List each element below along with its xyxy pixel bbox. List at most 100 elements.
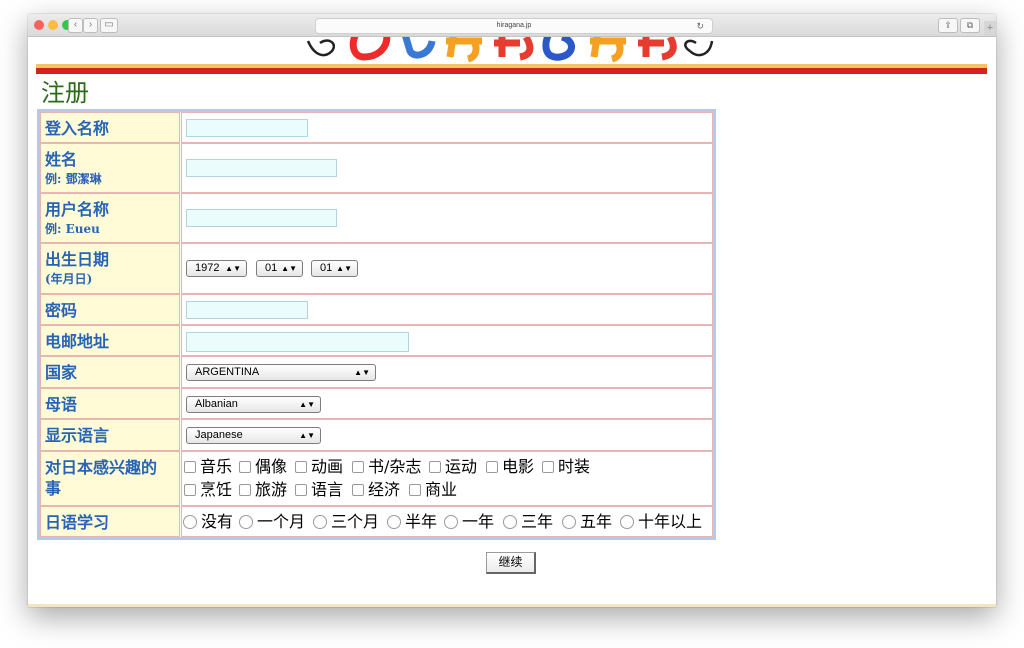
interest-cooking-checkbox[interactable] bbox=[184, 484, 196, 496]
interest-movies-checkbox[interactable] bbox=[486, 461, 498, 473]
login-name-row: 登入名称 bbox=[40, 112, 713, 143]
email-input[interactable] bbox=[186, 332, 409, 352]
username-input[interactable] bbox=[186, 209, 337, 227]
interest-economy-checkbox[interactable] bbox=[352, 484, 364, 496]
interest-fashion-label: 时装 bbox=[558, 457, 591, 476]
study-5year-label: 五年 bbox=[580, 512, 613, 531]
reload-icon[interactable]: ↻ bbox=[696, 19, 704, 33]
site-logo bbox=[306, 37, 716, 63]
interest-sports-checkbox[interactable] bbox=[429, 461, 441, 473]
interest-sports-label: 运动 bbox=[445, 457, 478, 476]
display-language-row: 显示语言 Japanese ▲▼ bbox=[40, 419, 713, 451]
email-label: 电邮地址 bbox=[40, 325, 180, 356]
interest-business-checkbox[interactable] bbox=[409, 484, 421, 496]
study-1year-radio[interactable] bbox=[444, 515, 458, 529]
native-language-select[interactable]: Albanian ▲▼ bbox=[186, 396, 321, 413]
interest-fashion-checkbox[interactable] bbox=[542, 461, 554, 473]
full-name-input[interactable] bbox=[186, 159, 337, 177]
study-3year-label: 三年 bbox=[521, 512, 554, 531]
interest-idol-label: 偶像 bbox=[255, 457, 288, 476]
study-3month-label: 三个月 bbox=[331, 512, 380, 531]
username-label: 用户名称 例: Eueu bbox=[40, 193, 180, 243]
study-1month-radio[interactable] bbox=[239, 515, 253, 529]
study-1year-label: 一年 bbox=[462, 512, 495, 531]
birth-month-select[interactable]: 01 ▲▼ bbox=[256, 260, 303, 277]
interest-anime-checkbox[interactable] bbox=[295, 461, 307, 473]
share-icon[interactable]: ⇪ bbox=[938, 18, 958, 33]
country-select[interactable]: ARGENTINA ▲▼ bbox=[186, 364, 376, 381]
native-language-label: 母语 bbox=[40, 388, 180, 419]
study-none-label: 没有 bbox=[201, 512, 234, 531]
close-window-button[interactable] bbox=[34, 20, 44, 30]
study-halfyear-radio[interactable] bbox=[387, 515, 401, 529]
interest-language-label: 语言 bbox=[311, 480, 344, 499]
interest-travel-checkbox[interactable] bbox=[239, 484, 251, 496]
interest-idol-checkbox[interactable] bbox=[239, 461, 251, 473]
country-label: 国家 bbox=[40, 356, 180, 388]
birth-date-label: 出生日期 (年月日) bbox=[40, 243, 180, 294]
full-name-row: 姓名 例: 鄧潔琳 bbox=[40, 143, 713, 193]
interest-books-label: 书/杂志 bbox=[368, 457, 422, 476]
interest-cooking-label: 烹饪 bbox=[200, 480, 233, 499]
select-arrows-icon: ▲▼ bbox=[225, 264, 241, 273]
study-10year-radio[interactable] bbox=[620, 515, 634, 529]
registration-form: 登入名称 姓名 例: 鄧潔琳 用户名称 例: Eueu 出生日期 (年月日) 1… bbox=[37, 109, 716, 540]
birth-date-format: (年月日) bbox=[45, 272, 93, 286]
japanese-study-row: 日语学习 没有 一个月 三个月 半年 一年 三年 五年 十年以上 bbox=[40, 506, 713, 537]
browser-titlebar: ‹ › ▭ hiragana.jp ↻ ⇪ ⧉ + bbox=[28, 14, 996, 37]
interest-books-checkbox[interactable] bbox=[352, 461, 364, 473]
forward-icon[interactable]: › bbox=[83, 18, 98, 33]
study-3year-radio[interactable] bbox=[503, 515, 517, 529]
header-bar-red bbox=[36, 68, 987, 74]
select-arrows-icon: ▲▼ bbox=[299, 400, 315, 409]
page-content: 注册 登入名称 姓名 例: 鄧潔琳 用户名称 例: Eueu 出生日期 (年月日… bbox=[28, 37, 996, 607]
display-language-label: 显示语言 bbox=[40, 419, 180, 451]
interest-music-label: 音乐 bbox=[200, 457, 233, 476]
browser-window: ‹ › ▭ hiragana.jp ↻ ⇪ ⧉ + 注册 登入名称 姓名 例: … bbox=[28, 14, 996, 607]
sidebar-icon[interactable]: ▭ bbox=[100, 18, 118, 33]
birth-day-select[interactable]: 01 ▲▼ bbox=[311, 260, 358, 277]
new-tab-icon[interactable]: + bbox=[984, 21, 996, 36]
native-language-row: 母语 Albanian ▲▼ bbox=[40, 388, 713, 419]
country-row: 国家 ARGENTINA ▲▼ bbox=[40, 356, 713, 388]
interests-row: 对日本感兴趣的事 音乐 偶像 动画 书/杂志 运动 电影 时装 烹饪 旅游 语言… bbox=[40, 451, 713, 506]
username-example: 例: Eueu bbox=[45, 222, 100, 236]
interest-economy-label: 经济 bbox=[368, 480, 401, 499]
login-name-label: 登入名称 bbox=[40, 112, 180, 143]
full-name-example: 例: 鄧潔琳 bbox=[45, 172, 102, 186]
select-arrows-icon: ▲▼ bbox=[299, 431, 315, 440]
interest-business-label: 商业 bbox=[425, 480, 458, 499]
password-input[interactable] bbox=[186, 301, 308, 319]
study-10year-label: 十年以上 bbox=[638, 512, 703, 531]
select-arrows-icon: ▲▼ bbox=[336, 264, 352, 273]
interest-anime-label: 动画 bbox=[311, 457, 344, 476]
study-none-radio[interactable] bbox=[183, 515, 197, 529]
interest-movies-label: 电影 bbox=[502, 457, 535, 476]
study-5year-radio[interactable] bbox=[562, 515, 576, 529]
interest-travel-label: 旅游 bbox=[255, 480, 288, 499]
japanese-study-label: 日语学习 bbox=[40, 506, 180, 537]
display-language-select[interactable]: Japanese ▲▼ bbox=[186, 427, 321, 444]
interests-label: 对日本感兴趣的事 bbox=[40, 451, 180, 506]
birth-year-select[interactable]: 1972 ▲▼ bbox=[186, 260, 247, 277]
continue-button[interactable]: 继续 bbox=[486, 552, 536, 574]
study-3month-radio[interactable] bbox=[313, 515, 327, 529]
login-name-input[interactable] bbox=[186, 119, 308, 137]
study-halfyear-label: 半年 bbox=[405, 512, 438, 531]
url-text: hiragana.jp bbox=[496, 22, 532, 29]
birth-date-row: 出生日期 (年月日) 1972 ▲▼ 01 ▲▼ 01 ▲▼ bbox=[40, 243, 713, 294]
email-row: 电邮地址 bbox=[40, 325, 713, 356]
full-name-label: 姓名 例: 鄧潔琳 bbox=[40, 143, 180, 193]
interest-language-checkbox[interactable] bbox=[295, 484, 307, 496]
select-arrows-icon: ▲▼ bbox=[354, 368, 370, 377]
username-row: 用户名称 例: Eueu bbox=[40, 193, 713, 243]
page-title: 注册 bbox=[41, 79, 89, 107]
tabs-overview-icon[interactable]: ⧉ bbox=[960, 18, 980, 33]
minimize-window-button[interactable] bbox=[48, 20, 58, 30]
password-label: 密码 bbox=[40, 294, 180, 325]
interest-music-checkbox[interactable] bbox=[184, 461, 196, 473]
address-bar[interactable]: hiragana.jp ↻ bbox=[315, 18, 713, 34]
study-1month-label: 一个月 bbox=[257, 512, 306, 531]
back-icon[interactable]: ‹ bbox=[68, 18, 83, 33]
password-row: 密码 bbox=[40, 294, 713, 325]
